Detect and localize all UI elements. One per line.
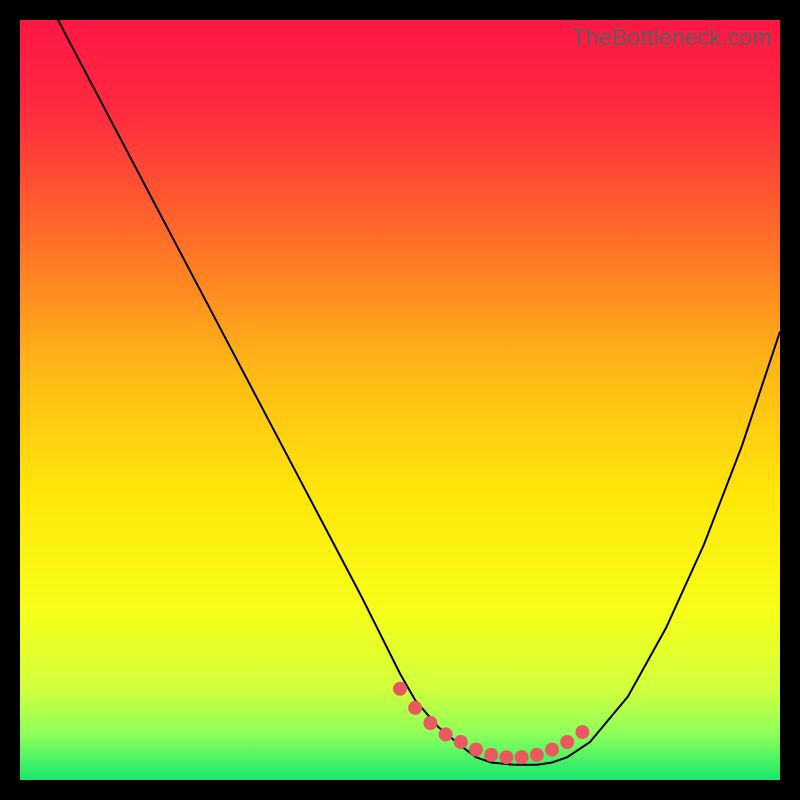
marker-dot <box>439 727 453 741</box>
chart-background <box>20 20 780 780</box>
marker-dot <box>560 735 574 749</box>
marker-dot <box>484 748 498 762</box>
marker-dot <box>575 725 589 739</box>
chart-frame: TheBottleneck.com <box>20 20 780 780</box>
marker-dot <box>530 748 544 762</box>
marker-dot <box>545 743 559 757</box>
chart-svg <box>20 20 780 780</box>
marker-dot <box>469 743 483 757</box>
marker-dot <box>423 716 437 730</box>
marker-dot <box>515 750 529 764</box>
marker-dot <box>454 735 468 749</box>
marker-dot <box>408 701 422 715</box>
marker-dot <box>499 750 513 764</box>
watermark-text: TheBottleneck.com <box>572 24 772 51</box>
marker-dot <box>393 682 407 696</box>
